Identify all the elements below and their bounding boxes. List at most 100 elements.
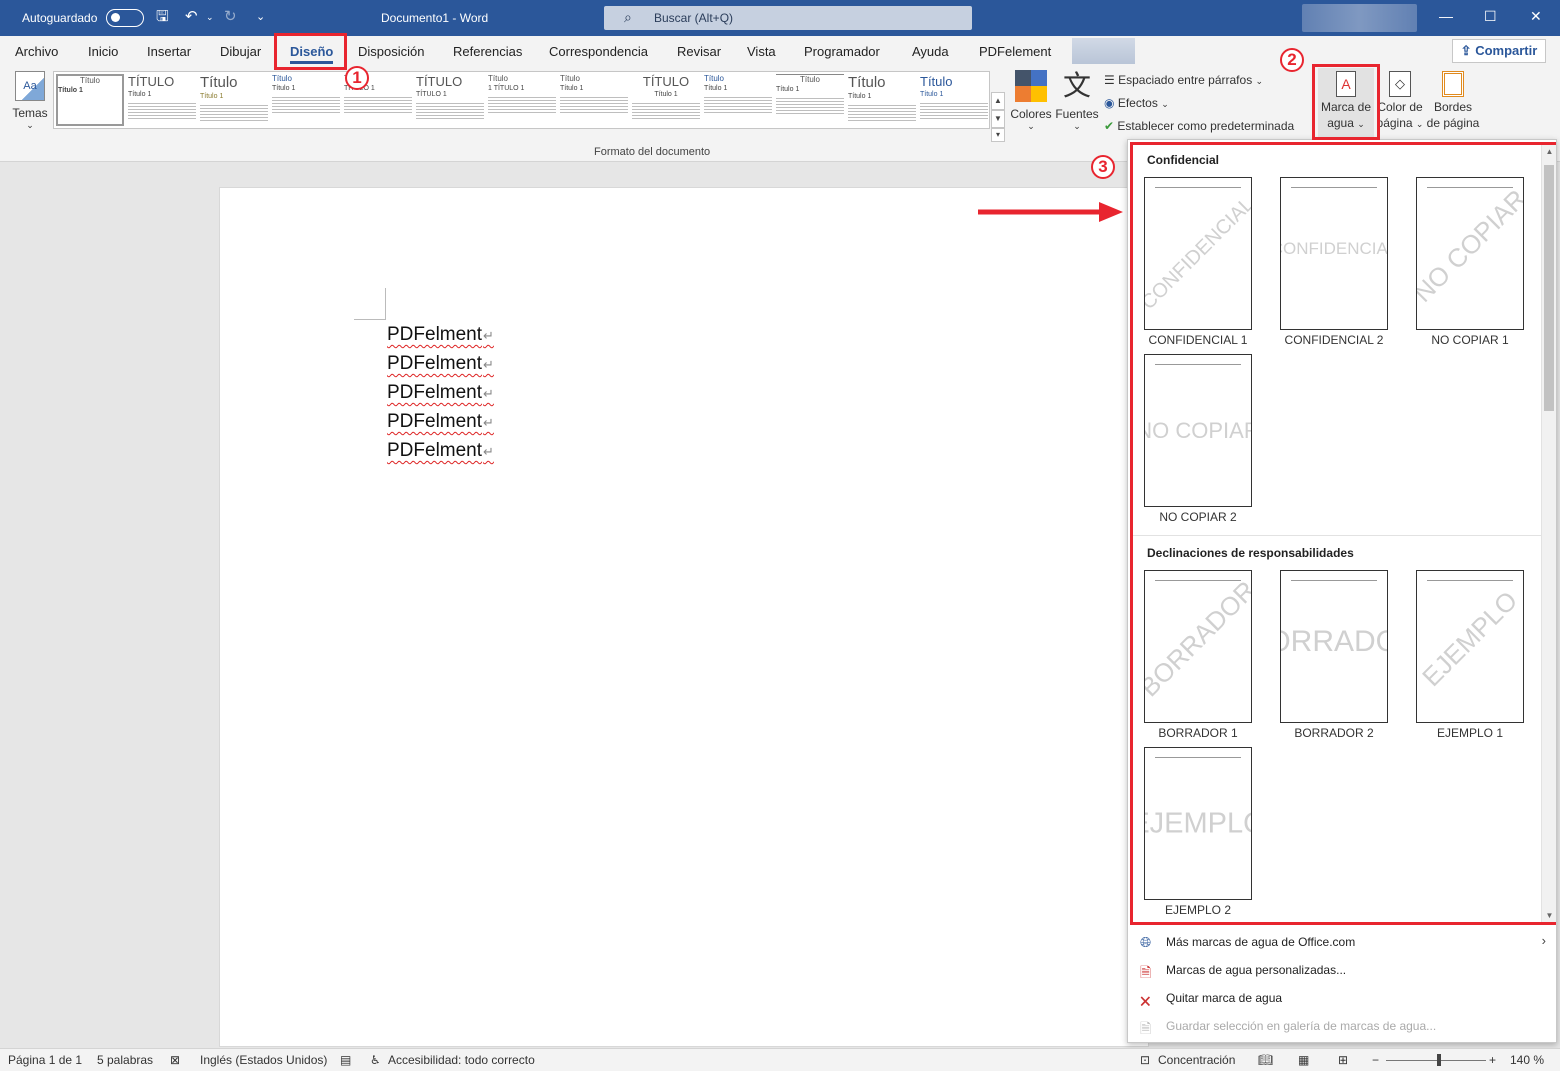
share-button[interactable]: ⇪ Compartir <box>1452 39 1546 63</box>
accessibility-status[interactable]: Accesibilidad: todo correcto <box>388 1053 535 1067</box>
watermark-ejemplo-1[interactable]: EJEMPLO <box>1416 570 1524 723</box>
watermark-confidencial-2[interactable]: CONFIDENCIAL <box>1280 177 1388 330</box>
zoom-out-button[interactable]: − <box>1372 1053 1379 1067</box>
account-area[interactable] <box>1302 4 1417 32</box>
macro-icon[interactable]: ▤ <box>340 1053 351 1067</box>
watermark-preview-text: NO COPIAR <box>1416 183 1524 308</box>
gallery-item[interactable]: Título Título 1 <box>200 74 268 126</box>
proofing-icon[interactable]: ⊠ <box>170 1053 180 1067</box>
document-page[interactable]: PDFelment↵ PDFelment↵ PDFelment↵ PDFelme… <box>219 187 1149 1047</box>
undo-dropdown-icon[interactable]: ⌄ <box>206 8 214 26</box>
tab-referencias[interactable]: Referencias <box>453 44 522 59</box>
gallery-item[interactable]: TÍTULO Título 1 <box>632 74 700 126</box>
scroll-up-icon[interactable]: ▲ <box>1542 147 1557 156</box>
gallery-more[interactable]: ▾ <box>991 128 1005 142</box>
bordes-de-pagina-button[interactable]: Bordes de página <box>1426 68 1480 138</box>
tab-ayuda[interactable]: Ayuda <box>912 44 949 59</box>
maximize-icon[interactable]: ☐ <box>1484 8 1497 25</box>
minimize-icon[interactable]: — <box>1439 8 1453 24</box>
colores-button[interactable]: Colores ⌄ <box>1010 70 1052 136</box>
scroll-down-icon[interactable]: ▼ <box>1542 911 1557 920</box>
predeterminada-button[interactable]: ✔ Establecer como predeterminada <box>1104 118 1294 134</box>
gallery-item[interactable]: Título Título 1 <box>920 74 988 126</box>
step-badge-3: 3 <box>1091 155 1115 179</box>
page-count[interactable]: Página 1 de 1 <box>8 1053 82 1067</box>
focus-mode[interactable]: Concentración <box>1158 1053 1235 1067</box>
gallery-item-sub: Título 1 <box>776 86 800 93</box>
fuentes-button[interactable]: 文 Fuentes ⌄ <box>1054 70 1100 136</box>
zoom-in-button[interactable]: + <box>1489 1053 1496 1067</box>
save-icon[interactable]: 🖫 <box>156 8 169 26</box>
espaciado-button[interactable]: ☰ Espaciado entre párrafos ⌄ <box>1104 72 1263 89</box>
autosave-toggle[interactable] <box>106 9 144 27</box>
watermark-label: NO COPIAR 1 <box>1431 333 1509 347</box>
redo-icon[interactable]: ↻ <box>224 8 237 26</box>
tab-dibujar[interactable]: Dibujar <box>220 44 261 59</box>
gallery-item[interactable]: Título Título 1 <box>272 74 340 126</box>
word-count[interactable]: 5 palabras <box>97 1053 153 1067</box>
watermark-no-copiar-1[interactable]: NO COPIAR <box>1416 177 1524 330</box>
gallery-item[interactable]: TÍTULO Título 1 <box>128 74 196 126</box>
print-layout-icon[interactable]: ▦ <box>1298 1053 1309 1067</box>
gallery-item-preview <box>200 103 268 121</box>
tab-pdfelement[interactable]: PDFelement <box>979 44 1051 59</box>
gallery-item[interactable]: Título Título 1 <box>56 74 124 126</box>
tab-inicio[interactable]: Inicio <box>88 44 118 59</box>
tab-programador[interactable]: Programador <box>804 44 880 59</box>
tab-correspondencia[interactable]: Correspondencia <box>549 44 648 59</box>
close-icon[interactable]: ✕ <box>1530 8 1542 25</box>
efectos-button[interactable]: ◉ Efectos ⌄ <box>1104 95 1169 112</box>
gallery-scrollbar[interactable]: ▲ ▼ <box>1541 145 1556 922</box>
gallery-item[interactable]: Título Título 1 <box>560 74 628 126</box>
language[interactable]: Inglés (Estados Unidos) <box>200 1053 327 1067</box>
scrollbar-thumb[interactable] <box>1544 165 1554 411</box>
watermark-ejemplo-2[interactable]: EJEMPLO <box>1144 747 1252 900</box>
tab-archivo[interactable]: Archivo <box>15 44 58 59</box>
watermark-no-copiar-2[interactable]: NO COPIAR <box>1144 354 1252 507</box>
tab-vista[interactable]: Vista <box>747 44 776 59</box>
zoom-level[interactable]: 140 % <box>1510 1053 1544 1067</box>
gallery-item[interactable]: Título 1 TÍTULO 1 <box>488 74 556 126</box>
gallery-scroll-up[interactable]: ▲ <box>991 92 1005 110</box>
undo-icon[interactable]: ↶ <box>185 8 198 26</box>
tab-disposicion[interactable]: Disposición <box>358 44 424 59</box>
gallery-item[interactable]: TÍTULO TÍTULO 1 <box>416 74 484 126</box>
gallery-item-sub: Título 1 <box>654 91 678 98</box>
gallery-item[interactable]: Título Título 1 <box>776 74 844 126</box>
header-line <box>1155 580 1241 581</box>
menu-remove-watermark[interactable]: 🗙︎ Quitar marca de agua <box>1128 984 1556 1012</box>
customize-icon[interactable]: ⌄ <box>256 8 265 26</box>
read-mode-icon[interactable]: 📖︎ <box>1258 1053 1273 1067</box>
watermark-dropdown: Confidencial CONFIDENCIAL CONFIDENCIAL 1… <box>1127 139 1557 1043</box>
tab-revisar[interactable]: Revisar <box>677 44 721 59</box>
header-line <box>1291 187 1377 188</box>
custom-watermark-icon: 🗎︎ <box>1140 964 1152 980</box>
efectos-label: Efectos <box>1117 96 1158 110</box>
bordes-label: Bordes <box>1433 100 1473 114</box>
document-line[interactable]: PDFelment↵ <box>387 353 494 375</box>
temas-button[interactable]: Aa Temas ⌄ <box>8 71 52 135</box>
gallery-item[interactable]: Título Título 1 <box>704 74 772 126</box>
espaciado-label: Espaciado entre párrafos <box>1118 73 1253 87</box>
document-line[interactable]: PDFelment↵ <box>387 411 494 433</box>
search-box[interactable]: ⌕ Buscar (Alt+Q) <box>604 6 972 30</box>
menu-bar: Archivo Inicio Insertar Dibujar Diseño D… <box>0 36 1560 66</box>
watermark-borrador-1[interactable]: BORRADOR <box>1144 570 1252 723</box>
gallery-scroll-down[interactable]: ▼ <box>991 110 1005 128</box>
zoom-slider-thumb[interactable] <box>1437 1054 1441 1066</box>
section-header-confidencial: Confidencial <box>1147 153 1220 167</box>
document-line[interactable]: PDFelment↵ <box>387 324 494 346</box>
tab-insertar[interactable]: Insertar <box>147 44 191 59</box>
watermark-confidencial-1[interactable]: CONFIDENCIAL <box>1144 177 1252 330</box>
zoom-slider[interactable] <box>1386 1054 1486 1066</box>
menu-custom-watermarks[interactable]: 🗎︎ Marcas de agua personalizadas... <box>1128 956 1556 984</box>
color-de-pagina-button[interactable]: ◇ Color de página ⌄ <box>1376 68 1424 138</box>
web-layout-icon[interactable]: ⊞ <box>1338 1053 1348 1067</box>
menu-more-watermarks[interactable]: 🌐︎ Más marcas de agua de Office.com › <box>1128 928 1556 956</box>
document-line[interactable]: PDFelment↵ <box>387 382 494 404</box>
watermark-borrador-2[interactable]: BORRADOR <box>1280 570 1388 723</box>
document-line-text: PDFelment <box>387 440 483 461</box>
document-line[interactable]: PDFelment↵ <box>387 440 494 462</box>
gallery-item[interactable]: Título Título 1 <box>848 74 916 126</box>
accessibility-icon: ♿︎ <box>370 1053 381 1067</box>
